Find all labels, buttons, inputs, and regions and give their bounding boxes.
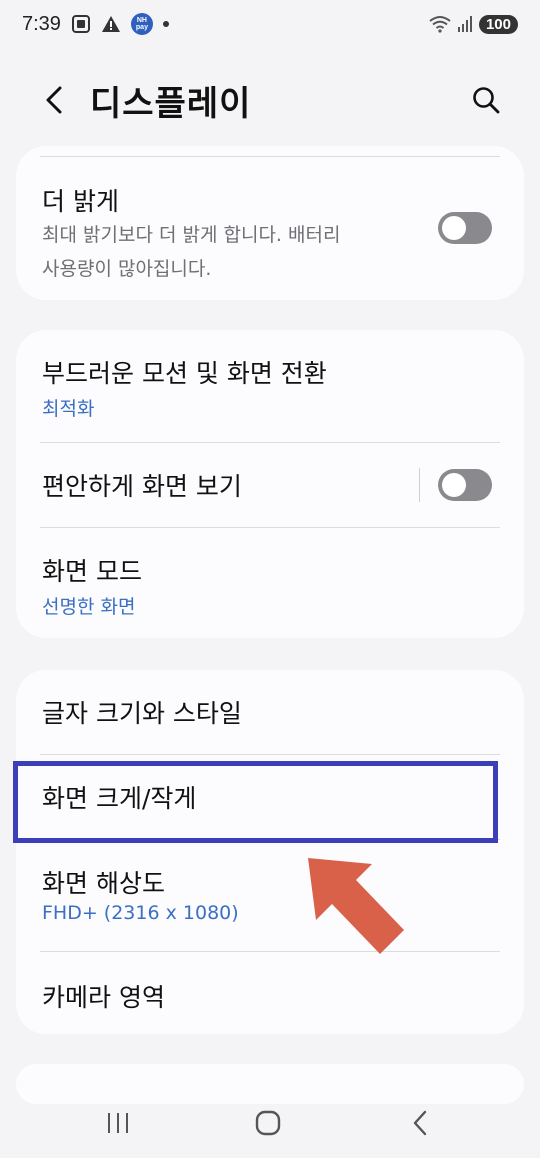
toggle-knob	[442, 216, 466, 240]
nh-pay-label-top: NH	[136, 17, 147, 24]
nh-pay-icon: NH pay	[130, 13, 153, 35]
screen-mode-title: 화면 모드	[42, 557, 142, 586]
app-header: 디스플레이	[0, 70, 540, 130]
motion-smoothness-row[interactable]: 부드러운 모션 및 화면 전환 최적화	[16, 330, 524, 442]
comfort-view-toggle[interactable]	[438, 469, 492, 501]
extra-brightness-toggle[interactable]	[438, 212, 492, 244]
camera-cutout-row[interactable]: 카메라 영역	[16, 952, 524, 1034]
motion-smoothness-value: 최적화	[42, 398, 95, 420]
comfort-view-title: 편안하게 화면 보기	[42, 472, 242, 501]
navigation-bar	[0, 1085, 540, 1158]
display-options-card: 부드러운 모션 및 화면 전환 최적화 편안하게 화면 보기 화면 모드 선명한…	[16, 330, 524, 638]
screen-resolution-title: 화면 해상도	[42, 869, 165, 898]
battery-indicator: 100	[478, 14, 518, 34]
extra-brightness-description-line1: 최대 밝기보다 더 밝게 합니다. 배터리	[42, 224, 341, 246]
search-button[interactable]	[468, 82, 504, 118]
screen-resolution-row[interactable]: 화면 해상도 FHD+ (2316 x 1080)	[16, 840, 524, 950]
screen-mode-row[interactable]: 화면 모드 선명한 화면	[16, 528, 524, 638]
screen-resolution-value: FHD+ (2316 x 1080)	[42, 902, 239, 924]
text-screen-card: 글자 크기와 스타일 화면 크게/작게 화면 해상도 FHD+ (2316 x …	[16, 670, 524, 1034]
chevron-left-icon	[46, 86, 62, 114]
vertical-separator	[419, 468, 420, 502]
extra-brightness-description-line2: 사용량이 많아집니다.	[42, 258, 212, 280]
extra-brightness-row[interactable]: 더 밝게 최대 밝기보다 더 밝게 합니다. 배터리 사용량이 많아집니다.	[16, 156, 524, 300]
warning-icon	[101, 14, 121, 34]
nh-pay-label-bottom: pay	[135, 24, 148, 31]
system-back-button[interactable]	[400, 1103, 440, 1143]
camera-cutout-title: 카메라 영역	[42, 983, 165, 1012]
extra-brightness-title: 더 밝게	[42, 187, 119, 216]
notification-dot-icon	[162, 21, 169, 27]
page-title: 디스플레이	[90, 84, 252, 124]
annotation-arrow-icon	[308, 858, 404, 954]
brightness-card: 더 밝게 최대 밝기보다 더 밝게 합니다. 배터리 사용량이 많아집니다.	[16, 146, 524, 300]
screen-mode-value: 선명한 화면	[42, 596, 136, 618]
wifi-icon	[429, 15, 451, 33]
status-time: 7:39	[22, 12, 61, 35]
toggle-knob	[442, 473, 466, 497]
recents-button[interactable]	[98, 1103, 138, 1143]
font-style-row[interactable]: 글자 크기와 스타일	[16, 670, 524, 754]
home-button[interactable]	[248, 1103, 288, 1143]
back-button[interactable]	[38, 82, 70, 118]
back-icon	[413, 1110, 427, 1136]
home-icon	[255, 1110, 281, 1136]
recents-icon	[108, 1113, 128, 1133]
comfort-view-row[interactable]: 편안하게 화면 보기	[16, 443, 524, 527]
font-style-title: 글자 크기와 스타일	[42, 699, 242, 728]
highlight-box	[13, 761, 498, 843]
status-bar: 7:39 NH pay 100	[0, 0, 540, 48]
screenshot-icon	[71, 14, 91, 34]
motion-smoothness-title: 부드러운 모션 및 화면 전환	[42, 359, 327, 388]
signal-icon	[457, 15, 473, 33]
search-icon	[473, 87, 500, 114]
